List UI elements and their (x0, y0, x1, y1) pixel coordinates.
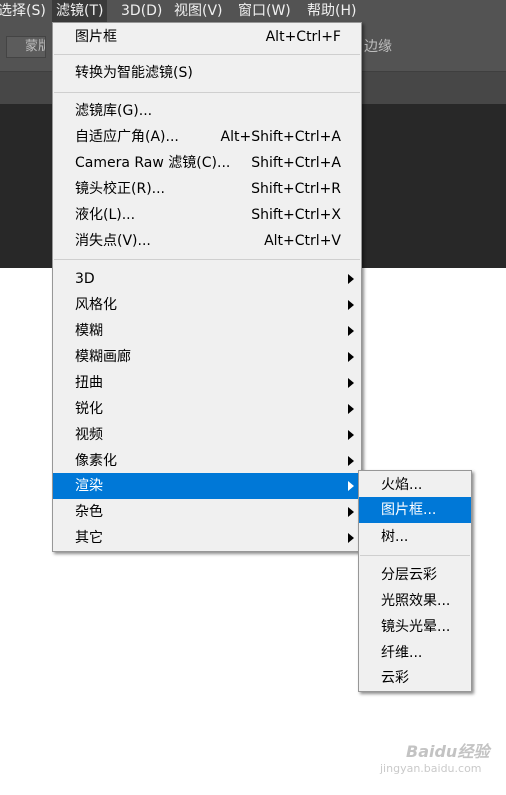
menu-view[interactable]: 视图(V) (170, 0, 227, 22)
menu-item-label: 视频 (75, 427, 103, 443)
menu-item-convert-smart-filter[interactable]: 转换为智能滤镜(S) (53, 60, 361, 86)
submenu-arrow-icon (348, 404, 354, 414)
menu-item-label: 扭曲 (75, 375, 103, 391)
submenu-arrow-icon (348, 300, 354, 310)
refine-edge-label[interactable]: 边缘 (364, 36, 392, 58)
menu-item-blur[interactable]: 模糊 (53, 318, 361, 344)
menu-item-filter-gallery[interactable]: 滤镜库(G)... (53, 98, 361, 124)
baidu-watermark: Baidu经验 jingyan.baidu.com (366, 732, 496, 792)
menu-item-last-filter[interactable]: 图片框 Alt+Ctrl+F (53, 24, 361, 50)
submenu-item-clouds[interactable]: 云彩 (359, 665, 471, 691)
menu-item-label: 模糊画廊 (75, 349, 131, 365)
watermark-url: jingyan.baidu.com (380, 762, 482, 775)
submenu-item-flame[interactable]: 火焰... (359, 472, 471, 498)
menu-item-label: 杂色 (75, 504, 103, 520)
menu-item-liquify[interactable]: 液化(L)... Shift+Ctrl+X (53, 202, 361, 228)
render-submenu: 火焰... 图片框... 树... 分层云彩 光照效果... 镜头光晕... 纤… (358, 470, 472, 692)
submenu-arrow-icon (348, 430, 354, 440)
menu-item-label: 3D (75, 271, 95, 287)
submenu-arrow-icon (348, 378, 354, 388)
submenu-arrow-icon (348, 507, 354, 517)
menu-item-label: Camera Raw 滤镜(C)... (75, 155, 231, 171)
menu-item-render[interactable]: 渲染 (53, 473, 361, 499)
menu-filter[interactable]: 滤镜(T) (52, 0, 108, 22)
submenu-item-difference-clouds[interactable]: 分层云彩 (359, 562, 471, 588)
submenu-arrow-icon (348, 533, 354, 543)
menu-item-label: 自适应广角(A)... (75, 129, 179, 145)
menu-item-label: 转换为智能滤镜(S) (75, 65, 193, 81)
menu-item-sharpen[interactable]: 锐化 (53, 396, 361, 422)
menu-item-adaptive-wide-angle[interactable]: 自适应广角(A)... Alt+Shift+Ctrl+A (53, 124, 361, 150)
menu-item-video[interactable]: 视频 (53, 422, 361, 448)
menu-item-camera-raw[interactable]: Camera Raw 滤镜(C)... Shift+Ctrl+A (53, 150, 361, 176)
menu-item-label: 镜头校正(R)... (75, 181, 166, 197)
menu-item-label: 模糊 (75, 323, 103, 339)
filter-menu: 图片框 Alt+Ctrl+F 转换为智能滤镜(S) 滤镜库(G)... 自适应广… (52, 22, 362, 552)
menu-item-shortcut: Shift+Ctrl+X (251, 207, 341, 223)
menu-bar: 选择(S) 滤镜(T) 3D(D) 视图(V) 窗口(W) 帮助(H) (0, 0, 506, 22)
submenu-item-lighting-effects[interactable]: 光照效果... (359, 588, 471, 614)
submenu-arrow-icon (348, 326, 354, 336)
menu-item-pixelate[interactable]: 像素化 (53, 448, 361, 474)
submenu-arrow-icon (348, 481, 354, 491)
menu-separator (360, 555, 470, 556)
menu-item-label: 消失点(V)... (75, 233, 151, 249)
menu-separator (54, 54, 360, 55)
menu-item-vanishing-point[interactable]: 消失点(V)... Alt+Ctrl+V (53, 228, 361, 254)
submenu-item-fibers[interactable]: 纤维... (359, 640, 471, 666)
submenu-arrow-icon (348, 456, 354, 466)
submenu-arrow-icon (348, 274, 354, 284)
menu-item-label: 像素化 (75, 453, 117, 469)
menu-item-label: 图片框 (75, 29, 117, 45)
menu-item-stylize[interactable]: 风格化 (53, 292, 361, 318)
menu-item-label: 锐化 (75, 401, 103, 417)
menu-separator (54, 259, 360, 260)
menu-item-shortcut: Alt+Ctrl+F (265, 29, 341, 45)
submenu-item-tree[interactable]: 树... (359, 524, 471, 550)
menu-item-shortcut: Alt+Ctrl+V (264, 233, 341, 249)
submenu-arrow-icon (348, 352, 354, 362)
watermark-logo: Baidu经验 (406, 742, 490, 761)
menu-item-shortcut: Shift+Ctrl+A (251, 155, 341, 171)
menu-select[interactable]: 选择(S) (0, 0, 50, 22)
menu-item-label: 风格化 (75, 297, 117, 313)
menu-3d[interactable]: 3D(D) (117, 0, 166, 22)
mask-button[interactable]: 蒙版 (6, 36, 46, 58)
menu-item-distort[interactable]: 扭曲 (53, 370, 361, 396)
menu-item-label: 滤镜库(G)... (75, 103, 153, 119)
menu-item-other[interactable]: 其它 (53, 525, 361, 551)
menu-item-label: 其它 (75, 530, 103, 546)
menu-item-blur-gallery[interactable]: 模糊画廊 (53, 344, 361, 370)
submenu-item-picture-frame[interactable]: 图片框... (359, 497, 471, 523)
menu-item-3d[interactable]: 3D (53, 266, 361, 292)
menu-window[interactable]: 窗口(W) (234, 0, 295, 22)
menu-help[interactable]: 帮助(H) (303, 0, 360, 22)
menu-separator (54, 92, 360, 93)
submenu-item-lens-flare[interactable]: 镜头光晕... (359, 614, 471, 640)
menu-item-label: 液化(L)... (75, 207, 136, 223)
menu-item-shortcut: Shift+Ctrl+R (251, 181, 341, 197)
menu-item-shortcut: Alt+Shift+Ctrl+A (220, 129, 341, 145)
menu-item-noise[interactable]: 杂色 (53, 499, 361, 525)
menu-item-label: 渲染 (75, 478, 103, 494)
menu-item-lens-correction[interactable]: 镜头校正(R)... Shift+Ctrl+R (53, 176, 361, 202)
